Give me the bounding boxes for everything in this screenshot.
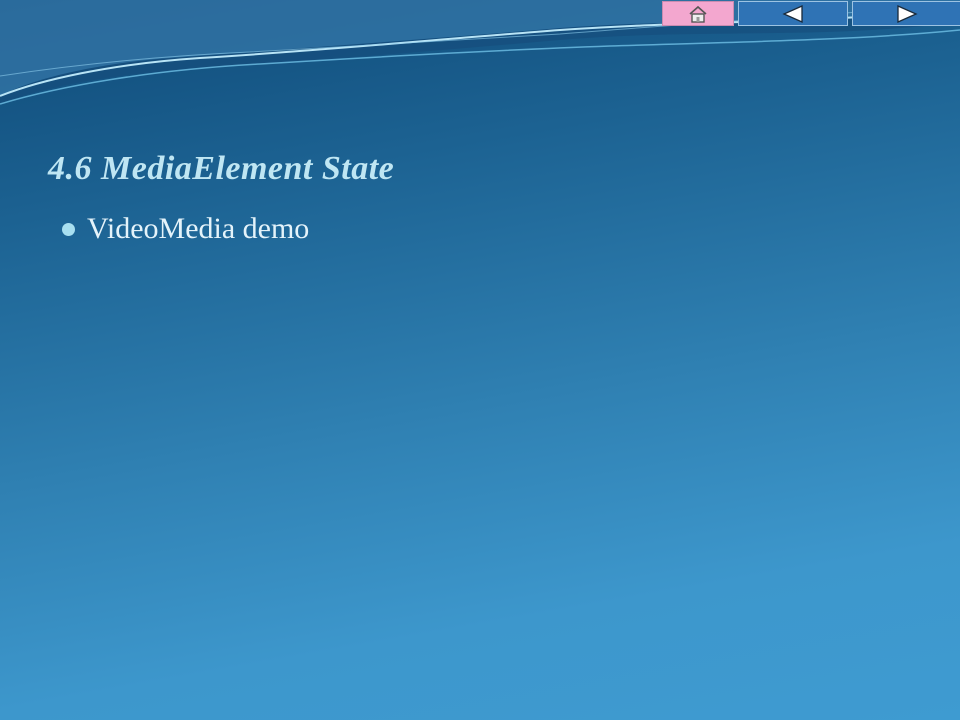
next-button[interactable] bbox=[852, 1, 960, 26]
slide: 4.6 MediaElement State VideoMedia demo bbox=[0, 0, 960, 720]
bullet-list: VideoMedia demo bbox=[62, 212, 309, 246]
previous-arrow-icon bbox=[782, 4, 803, 23]
bullet-item: VideoMedia demo bbox=[62, 212, 309, 246]
home-icon bbox=[689, 5, 707, 23]
navigation-bar bbox=[662, 1, 960, 26]
bullet-dot-icon bbox=[62, 222, 75, 236]
home-button[interactable] bbox=[662, 1, 734, 26]
slide-title: 4.6 MediaElement State bbox=[48, 150, 395, 187]
previous-button[interactable] bbox=[738, 1, 848, 26]
bullet-text: VideoMedia demo bbox=[87, 212, 310, 245]
next-arrow-icon bbox=[897, 4, 918, 23]
